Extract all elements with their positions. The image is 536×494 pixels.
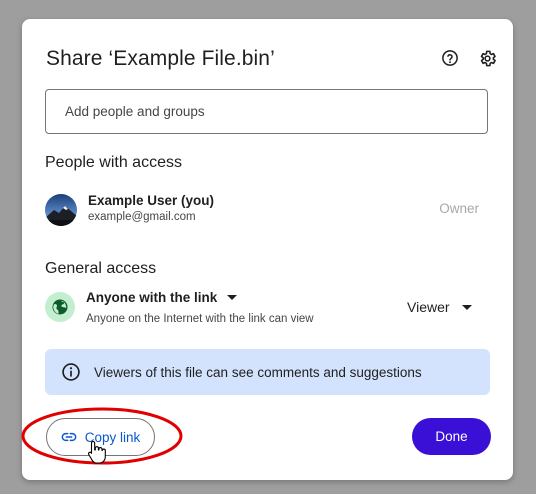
mountain-avatar-image	[45, 194, 77, 226]
globe-badge	[45, 292, 75, 322]
globe-icon	[52, 299, 68, 315]
caret-down-icon	[227, 295, 238, 300]
info-banner-text: Viewers of this file can see comments an…	[94, 364, 422, 380]
add-people-input[interactable]	[45, 89, 488, 134]
dialog-title: Share ‘Example File.bin’	[46, 47, 275, 70]
people-with-access-heading: People with access	[45, 154, 182, 171]
link-role-dropdown[interactable]: Viewer	[407, 299, 472, 315]
avatar	[45, 194, 77, 226]
general-access-heading: General access	[45, 260, 157, 277]
info-icon	[62, 363, 80, 381]
general-access-description: Anyone on the Internet with the link can…	[86, 313, 314, 325]
settings-button[interactable]	[475, 46, 499, 70]
done-button[interactable]: Done	[412, 418, 491, 455]
user-name: Example User (you)	[88, 193, 215, 208]
copy-link-label: Copy link	[84, 429, 141, 445]
owner-role-label: Owner	[439, 201, 479, 216]
general-access-dropdown[interactable]: Anyone with the link	[86, 290, 238, 305]
info-banner: Viewers of this file can see comments an…	[45, 349, 490, 395]
share-dialog: Share ‘Example File.bin’ People with acc…	[22, 19, 513, 480]
link-role-selected: Viewer	[407, 299, 450, 315]
help-circle-icon	[442, 50, 458, 66]
user-email: example@gmail.com	[88, 211, 196, 223]
copy-link-button[interactable]: Copy link	[46, 418, 155, 456]
link-icon	[61, 432, 77, 442]
general-access-selected: Anyone with the link	[86, 290, 218, 305]
help-button[interactable]	[438, 46, 462, 70]
caret-down-icon	[461, 304, 472, 310]
gear-icon	[480, 50, 496, 66]
